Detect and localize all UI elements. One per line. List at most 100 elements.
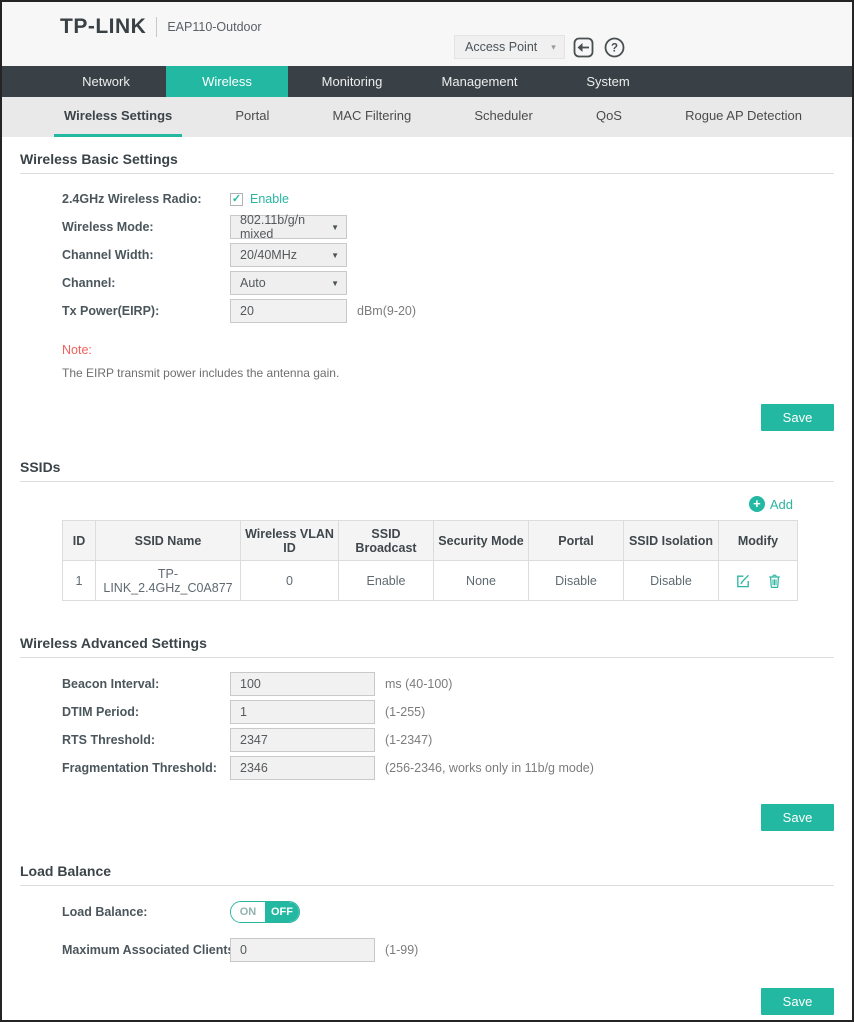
rts-threshold-input[interactable] [230,728,375,752]
brand-separator [156,17,157,37]
col-ssid-isolation: SSID Isolation [624,521,719,561]
tab-monitoring[interactable]: Monitoring [288,66,416,97]
tx-power-row: Tx Power(EIRP): dBm(9-20) [62,297,834,325]
cell-id: 1 [63,561,96,601]
beacon-interval-input[interactable] [230,672,375,696]
rts-threshold-row: RTS Threshold: (1-2347) [62,726,834,754]
toggle-on-option[interactable]: ON [231,902,265,922]
ssid-table: ID SSID Name Wireless VLAN ID SSID Broad… [62,520,798,601]
app-window: TP-LINK EAP110-Outdoor Access Point ▾ ? [0,0,854,1022]
delete-ssid-button[interactable] [767,573,782,589]
mode-select[interactable]: Access Point ▾ [454,35,565,59]
main-nav: Network Wireless Monitoring Management S… [2,66,852,97]
tab-network[interactable]: Network [46,66,166,97]
chevron-down-icon: ▼ [331,279,339,288]
header-controls: Access Point ▾ ? [454,35,627,59]
fragmentation-threshold-label: Fragmentation Threshold: [62,761,230,775]
dtim-period-row: DTIM Period: (1-255) [62,698,834,726]
mode-select-value: Access Point [465,40,537,54]
fragmentation-threshold-hint: (256-2346, works only in 11b/g mode) [385,761,594,775]
col-ssid-name: SSID Name [96,521,241,561]
edit-icon [735,573,751,589]
fragmentation-threshold-row: Fragmentation Threshold: (256-2346, work… [62,754,834,782]
beacon-interval-label: Beacon Interval: [62,677,230,691]
cell-modify [719,561,798,601]
dtim-period-hint: (1-255) [385,705,425,719]
divider [20,657,834,658]
tx-power-hint: dBm(9-20) [357,304,416,318]
brand-row: TP-LINK EAP110-Outdoor [60,15,262,39]
basic-settings-title: Wireless Basic Settings [20,151,834,167]
brand-logo: TP-LINK [60,15,146,39]
max-clients-input[interactable] [230,938,375,962]
channel-select[interactable]: Auto ▼ [230,271,347,295]
help-button[interactable]: ? [603,35,627,59]
radio-enable-checkbox[interactable]: ✓ Enable [230,192,289,206]
max-clients-row: Maximum Associated Clients: (1-99) [62,936,834,964]
cell-vlan-id: 0 [241,561,339,601]
plus-icon: + [749,496,765,512]
channel-width-select[interactable]: 20/40MHz ▼ [230,243,347,267]
subtab-wireless-settings[interactable]: Wireless Settings [54,97,182,137]
add-ssid-button[interactable]: + Add [749,496,793,512]
beacon-interval-hint: ms (40-100) [385,677,452,691]
subtab-rogue-ap-detection[interactable]: Rogue AP Detection [675,97,812,137]
tab-wireless[interactable]: Wireless [166,66,288,97]
rts-threshold-label: RTS Threshold: [62,733,230,747]
note-label: Note: [62,343,834,357]
wireless-mode-select[interactable]: 802.11b/g/n mixed ▼ [230,215,347,239]
channel-row: Channel: Auto ▼ [62,269,834,297]
logout-button[interactable] [572,35,596,59]
max-clients-hint: (1-99) [385,943,418,957]
logout-icon [572,36,595,59]
col-vlan-id: Wireless VLAN ID [241,521,339,561]
svg-text:?: ? [611,42,618,54]
advanced-settings-title: Wireless Advanced Settings [20,635,834,651]
toggle-off-option[interactable]: OFF [265,902,299,922]
load-balance-row: Load Balance: ON OFF [62,898,834,926]
rts-threshold-hint: (1-2347) [385,733,432,747]
load-balance-title: Load Balance [20,863,834,879]
tx-power-input[interactable] [230,299,347,323]
radio-row: 2.4GHz Wireless Radio: ✓ Enable [62,185,834,213]
channel-width-label: Channel Width: [62,248,230,262]
col-portal: Portal [529,521,624,561]
radio-label: 2.4GHz Wireless Radio: [62,192,230,206]
subtab-portal[interactable]: Portal [225,97,279,137]
divider [20,173,834,174]
chevron-down-icon: ▾ [551,42,556,53]
col-modify: Modify [719,521,798,561]
cell-ssid-name: TP-LINK_2.4GHz_C0A877 [96,561,241,601]
edit-ssid-button[interactable] [735,573,751,589]
add-ssid-label: Add [770,497,793,512]
radio-enable-label: Enable [250,192,289,206]
col-ssid-broadcast: SSID Broadcast [339,521,434,561]
wireless-mode-label: Wireless Mode: [62,220,230,234]
advanced-save-button[interactable]: Save [761,804,834,831]
basic-save-button[interactable]: Save [761,404,834,431]
trash-icon [767,573,782,589]
load-balance-label: Load Balance: [62,905,230,919]
subtab-mac-filtering[interactable]: MAC Filtering [322,97,421,137]
channel-label: Channel: [62,276,230,290]
load-balance-save-button[interactable]: Save [761,988,834,1015]
subtab-qos[interactable]: QoS [586,97,632,137]
device-model: EAP110-Outdoor [167,20,261,34]
col-id: ID [63,521,96,561]
subtab-scheduler[interactable]: Scheduler [464,97,543,137]
help-icon: ? [603,36,626,59]
fragmentation-threshold-input[interactable] [230,756,375,780]
load-balance-toggle[interactable]: ON OFF [230,901,300,923]
chevron-down-icon: ▼ [331,251,339,260]
tab-management[interactable]: Management [416,66,543,97]
note-text: The EIRP transmit power includes the ant… [62,366,834,380]
tx-power-label: Tx Power(EIRP): [62,304,230,318]
tab-system[interactable]: System [543,66,673,97]
sub-nav: Wireless Settings Portal MAC Filtering S… [2,97,852,137]
wireless-mode-row: Wireless Mode: 802.11b/g/n mixed ▼ [62,213,834,241]
chevron-down-icon: ▼ [331,223,339,232]
divider [20,885,834,886]
col-security-mode: Security Mode [434,521,529,561]
dtim-period-input[interactable] [230,700,375,724]
ssids-title: SSIDs [20,459,834,475]
